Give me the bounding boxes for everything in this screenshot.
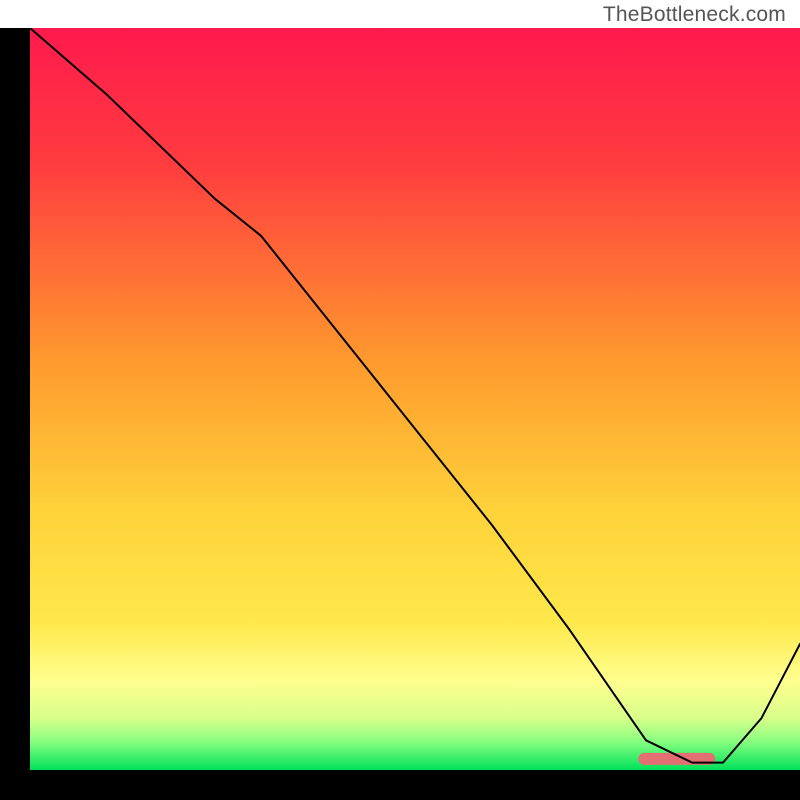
y-axis-bar	[0, 28, 30, 800]
plot-area	[30, 28, 800, 770]
chart-stage: TheBottleneck.com	[0, 0, 800, 800]
gradient-background	[30, 28, 800, 770]
plot-svg	[30, 28, 800, 770]
x-axis-bar	[0, 770, 800, 800]
watermark-text: TheBottleneck.com	[603, 3, 786, 27]
